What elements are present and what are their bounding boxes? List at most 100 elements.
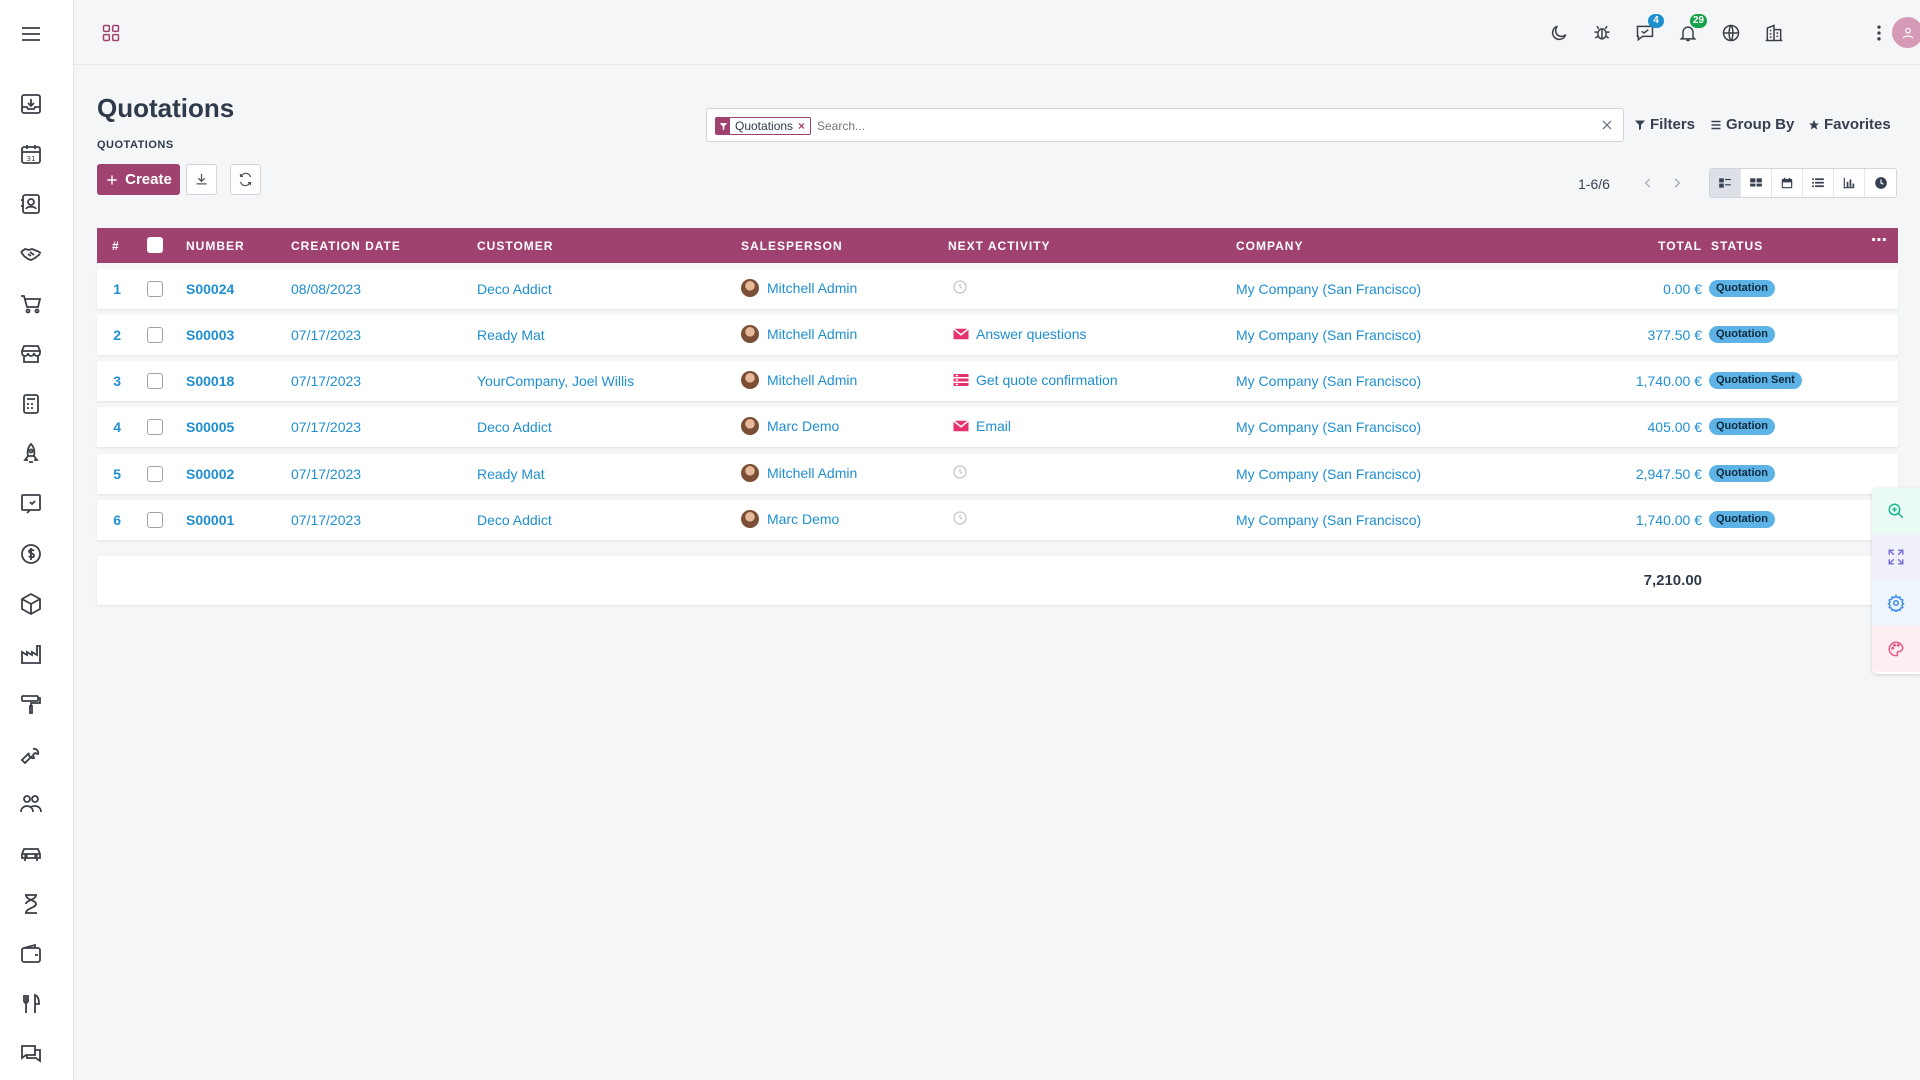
team-icon[interactable]: [17, 790, 45, 818]
next-activity[interactable]: Email: [952, 417, 1011, 435]
chat-board-icon[interactable]: [17, 490, 45, 518]
download-button[interactable]: [186, 164, 217, 195]
select-all-checkbox[interactable]: [147, 237, 163, 253]
pager-next-icon[interactable]: [1667, 173, 1687, 193]
clock-icon[interactable]: [952, 279, 968, 295]
col-header-customer[interactable]: CUSTOMER: [477, 239, 553, 253]
refresh-button[interactable]: [230, 164, 261, 195]
creation-date: 07/17/2023: [291, 419, 362, 435]
search-facet[interactable]: Quotations ×: [715, 117, 812, 135]
row-checkbox[interactable]: [147, 327, 163, 343]
calculator-icon[interactable]: [17, 390, 45, 418]
table-row[interactable]: 5 S00002 07/17/2023 Ready Mat Mitchell A…: [97, 454, 1898, 494]
col-header-salesperson[interactable]: SALESPERSON: [741, 239, 843, 253]
store-icon[interactable]: [17, 340, 45, 368]
customer: Deco Addict: [477, 419, 552, 435]
rocket-icon[interactable]: [17, 440, 45, 468]
clock-icon[interactable]: [952, 510, 968, 526]
activity-view-icon[interactable]: [1865, 169, 1896, 197]
envelope-icon[interactable]: [952, 325, 970, 343]
company-building-icon[interactable]: [1761, 20, 1787, 46]
zoom-in-icon[interactable]: [1872, 488, 1920, 534]
refresh-icon: [239, 172, 252, 187]
clock-icon[interactable]: [952, 464, 968, 480]
pager-value[interactable]: 1-6/6: [1578, 176, 1610, 192]
pager-previous-icon[interactable]: [1638, 173, 1658, 193]
next-activity[interactable]: Get quote confirmation: [952, 371, 1118, 389]
notifications-bell-icon[interactable]: 29: [1675, 14, 1707, 46]
graph-view-icon[interactable]: [1834, 169, 1865, 197]
salesperson-avatar: [741, 417, 759, 435]
row-checkbox[interactable]: [147, 419, 163, 435]
hamburger-menu-icon[interactable]: [17, 20, 45, 48]
table-row[interactable]: 4 S00005 07/17/2023 Deco Addict Marc Dem…: [97, 407, 1898, 447]
pivot-list-view-icon[interactable]: [1803, 169, 1834, 197]
dollar-icon[interactable]: [17, 540, 45, 568]
group-by-label: Group By: [1726, 116, 1795, 133]
remove-facet-icon[interactable]: ×: [798, 119, 810, 133]
wallet-icon[interactable]: [17, 940, 45, 968]
language-globe-icon[interactable]: [1718, 20, 1744, 46]
calendar-icon[interactable]: 31: [17, 140, 45, 168]
row-checkbox[interactable]: [147, 466, 163, 482]
next-activity[interactable]: Answer questions: [952, 325, 1087, 343]
row-checkbox[interactable]: [147, 373, 163, 389]
settings-gear-icon[interactable]: [1872, 580, 1920, 626]
list-icon[interactable]: [952, 371, 970, 389]
discuss-icon[interactable]: [17, 1040, 45, 1068]
table-row[interactable]: 3 S00018 07/17/2023 YourCompany, Joel Wi…: [97, 361, 1898, 401]
dark-mode-moon-icon[interactable]: [1546, 20, 1572, 46]
status-badge: Quotation Sent: [1709, 372, 1802, 389]
messages-icon[interactable]: 4: [1632, 14, 1664, 46]
cube-icon[interactable]: [17, 590, 45, 618]
paint-roller-icon[interactable]: [17, 690, 45, 718]
col-header-number[interactable]: NUMBER: [186, 239, 245, 253]
filters-dropdown[interactable]: Filters: [1634, 116, 1695, 133]
more-vertical-icon[interactable]: [1866, 20, 1892, 46]
row-checkbox[interactable]: [147, 512, 163, 528]
envelope-icon[interactable]: [952, 417, 970, 435]
kanban-view-icon[interactable]: [1741, 169, 1772, 197]
col-header-company[interactable]: COMPANY: [1236, 239, 1303, 253]
next-activity[interactable]: [952, 510, 974, 526]
optional-columns-icon[interactable]: ⋯: [1871, 230, 1888, 250]
col-header-creation-date[interactable]: CREATION DATE: [291, 239, 401, 253]
favorites-dropdown[interactable]: Favorites: [1808, 116, 1891, 133]
fullscreen-expand-icon[interactable]: [1872, 534, 1920, 580]
next-activity-label: Get quote confirmation: [976, 372, 1118, 388]
table-row[interactable]: 2 S00003 07/17/2023 Ready Mat Mitchell A…: [97, 315, 1898, 355]
download-icon: [196, 173, 207, 185]
wrench-icon[interactable]: [17, 740, 45, 768]
create-button[interactable]: Create: [97, 164, 180, 195]
utensils-icon[interactable]: [17, 990, 45, 1018]
row-checkbox[interactable]: [147, 281, 163, 297]
salesperson-avatar: [741, 510, 759, 528]
group-by-dropdown[interactable]: Group By: [1710, 116, 1794, 133]
hourglass-icon[interactable]: [17, 890, 45, 918]
table-row[interactable]: 1 S00024 08/08/2023 Deco Addict Mitchell…: [97, 269, 1898, 309]
download-tray-icon[interactable]: [17, 90, 45, 118]
debug-bug-icon[interactable]: [1589, 20, 1615, 46]
next-activity[interactable]: [952, 464, 974, 480]
apps-grid-icon[interactable]: [98, 20, 124, 46]
calendar-view-icon[interactable]: [1772, 169, 1803, 197]
col-header-next-activity[interactable]: NEXT ACTIVITY: [948, 239, 1051, 253]
user-avatar[interactable]: [1892, 17, 1920, 48]
handshake-icon[interactable]: [17, 240, 45, 268]
search-input[interactable]: [817, 116, 1517, 136]
row-index: 5: [113, 466, 121, 482]
col-header-status[interactable]: STATUS: [1711, 239, 1763, 253]
plus-icon: [107, 174, 117, 185]
theme-palette-icon[interactable]: [1872, 626, 1920, 672]
row-index: 2: [113, 327, 121, 343]
clear-search-icon[interactable]: [1599, 117, 1615, 133]
next-activity[interactable]: [952, 279, 974, 295]
cart-icon[interactable]: [17, 290, 45, 318]
col-header-total[interactable]: TOTAL: [1597, 239, 1702, 253]
user-icon: [1902, 27, 1913, 39]
list-view-icon[interactable]: [1710, 169, 1741, 197]
car-icon[interactable]: [17, 840, 45, 868]
table-row[interactable]: 6 S00001 07/17/2023 Deco Addict Marc Dem…: [97, 500, 1898, 540]
contacts-icon[interactable]: [17, 190, 45, 218]
factory-icon[interactable]: [17, 640, 45, 668]
